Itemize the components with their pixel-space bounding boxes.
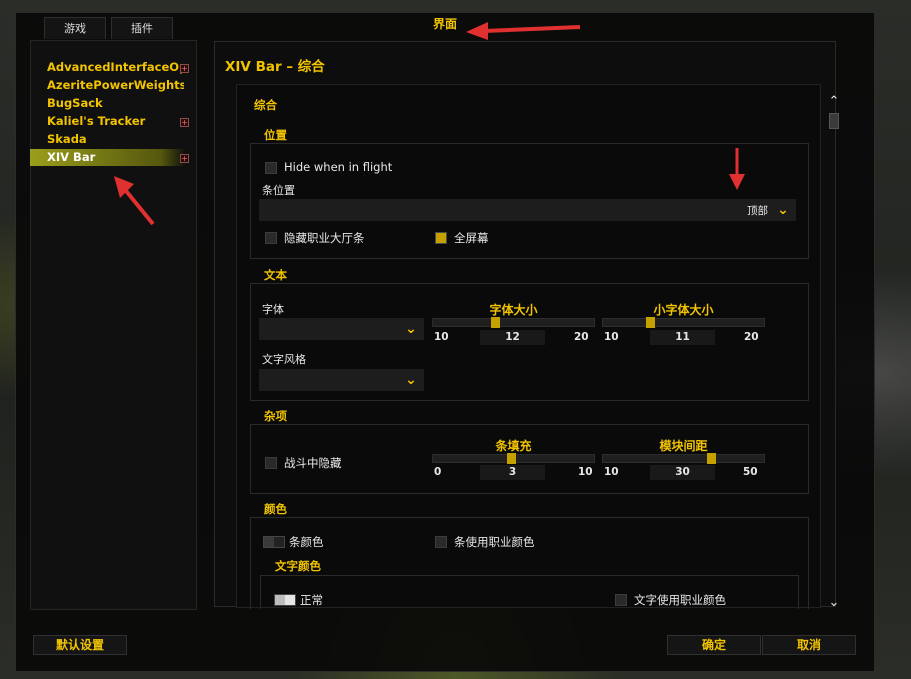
font-dropdown[interactable]: ⌄ <box>259 318 424 340</box>
small-font-size-title: 小字体大小 <box>653 303 714 317</box>
red-arrow-dropdown-icon <box>729 148 745 190</box>
font-style-dropdown[interactable]: ⌄ <box>259 369 424 391</box>
font-size-max: 20 <box>574 331 589 343</box>
normal-color-swatch[interactable] <box>274 594 296 606</box>
tab-addons[interactable]: 插件 <box>111 17 173 39</box>
font-size-slider[interactable] <box>432 317 595 328</box>
group-text-label: 文本 <box>264 268 287 282</box>
ok-button[interactable]: 确定 <box>667 635 761 655</box>
addon-item-xiv-bar[interactable]: XIV Bar <box>30 149 184 166</box>
red-arrow-addon-icon <box>114 176 155 226</box>
small-font-size-value[interactable]: 11 <box>650 330 715 345</box>
hide-in-flight-label: Hide when in flight <box>284 160 393 174</box>
fullscreen-checkbox[interactable] <box>435 232 447 244</box>
module-spacing-value[interactable]: 30 <box>650 465 715 480</box>
font-size-title: 字体大小 <box>489 303 538 317</box>
bar-position-value: 顶部 <box>747 205 768 217</box>
chevron-down-icon: ⌄ <box>405 321 417 337</box>
module-spacing-title: 模块间距 <box>659 439 708 453</box>
module-spacing-slider-thumb[interactable] <box>707 453 716 464</box>
expand-plus-icon[interactable]: + <box>180 64 189 73</box>
addon-item-label: Skada <box>47 132 87 146</box>
bar-color-label: 条颜色 <box>289 535 324 549</box>
bar-padding-min: 0 <box>434 466 442 478</box>
red-arrow-title-icon <box>466 22 581 40</box>
expand-plus-icon[interactable]: + <box>180 118 189 127</box>
font-style-label: 文字风格 <box>262 353 306 366</box>
font-size-value[interactable]: 12 <box>480 330 545 345</box>
chevron-down-icon: ⌄ <box>777 202 789 218</box>
small-font-size-max: 20 <box>744 331 759 343</box>
addon-item-advancedinterfaceoptions[interactable]: AdvancedInterfaceOpti... <box>30 59 184 76</box>
bar-position-dropdown[interactable]: 顶部 ⌄ <box>259 199 796 221</box>
options-scrollbar[interactable]: ⌃ ⌄ <box>826 95 842 613</box>
scrollbar-thumb[interactable] <box>829 113 839 129</box>
scroll-down-icon[interactable]: ⌄ <box>826 596 842 610</box>
small-font-size-slider[interactable] <box>602 317 765 328</box>
normal-color-label: 正常 <box>300 593 323 607</box>
bar-padding-max: 10 <box>578 466 593 478</box>
module-spacing-min: 10 <box>604 466 619 478</box>
addon-item-label: BugSack <box>47 96 103 110</box>
small-font-size-slider-thumb[interactable] <box>646 317 655 328</box>
addon-item-label: AzeritePowerWeights <box>47 78 184 92</box>
group-misc-label: 杂项 <box>264 409 287 423</box>
group-position-label: 位置 <box>264 128 287 142</box>
addon-item-azeritepowerweights[interactable]: AzeritePowerWeights <box>30 77 184 94</box>
text-class-color-label: 文字使用职业颜色 <box>634 593 726 607</box>
bar-padding-value[interactable]: 3 <box>480 465 545 480</box>
addon-item-label: XIV Bar <box>47 150 96 164</box>
scroll-up-icon[interactable]: ⌃ <box>826 95 842 109</box>
group-colors-label: 颜色 <box>264 502 287 516</box>
text-color-label: 文字颜色 <box>275 559 321 573</box>
text-class-color-checkbox[interactable] <box>615 594 627 606</box>
bar-padding-slider-thumb[interactable] <box>507 453 516 464</box>
fullscreen-label: 全屏幕 <box>454 231 489 245</box>
module-spacing-slider[interactable] <box>602 453 765 464</box>
font-label: 字体 <box>262 303 284 316</box>
font-size-slider-thumb[interactable] <box>491 317 500 328</box>
addon-item-label: AdvancedInterfaceOpti... <box>47 60 184 74</box>
expand-plus-icon[interactable]: + <box>180 154 189 163</box>
cancel-button[interactable]: 取消 <box>762 635 856 655</box>
font-size-min: 10 <box>434 331 449 343</box>
chevron-down-icon: ⌄ <box>405 372 417 388</box>
addon-item-kaliels-tracker[interactable]: Kaliel's Tracker <box>30 113 184 130</box>
bar-position-label: 条位置 <box>262 184 295 197</box>
bar-class-color-label: 条使用职业颜色 <box>454 535 535 549</box>
hide-order-hall-checkbox[interactable] <box>265 232 277 244</box>
section-general-label: 综合 <box>254 98 277 112</box>
hide-in-combat-checkbox[interactable] <box>265 457 277 469</box>
bar-padding-title: 条填充 <box>495 439 532 453</box>
addon-item-bugsack[interactable]: BugSack <box>30 95 184 112</box>
bar-color-swatch[interactable] <box>263 536 285 548</box>
panel-title: XIV Bar – 综合 <box>225 59 325 75</box>
tab-game[interactable]: 游戏 <box>44 17 106 39</box>
module-spacing-max: 50 <box>743 466 758 478</box>
defaults-button[interactable]: 默认设置 <box>33 635 127 655</box>
hide-in-flight-checkbox[interactable] <box>265 162 277 174</box>
bar-padding-slider[interactable] <box>432 453 595 464</box>
hide-order-hall-label: 隐藏职业大厅条 <box>284 231 365 245</box>
addon-item-skada[interactable]: Skada <box>30 131 184 148</box>
hide-in-combat-label: 战斗中隐藏 <box>284 456 342 470</box>
addon-item-label: Kaliel's Tracker <box>47 114 146 128</box>
small-font-size-min: 10 <box>604 331 619 343</box>
bar-class-color-checkbox[interactable] <box>435 536 447 548</box>
